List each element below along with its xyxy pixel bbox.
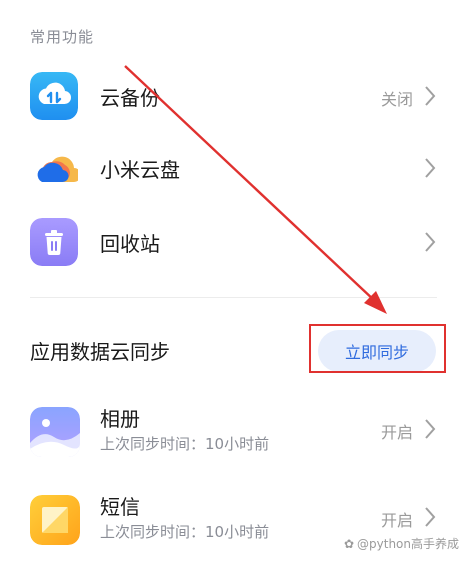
trash-icon bbox=[30, 218, 78, 266]
messages-icon bbox=[30, 495, 80, 545]
cloud-backup-label: 云备份 bbox=[100, 86, 160, 110]
list-item-cloud-backup[interactable]: 云备份 关闭 bbox=[0, 60, 467, 132]
cloud-drive-icon bbox=[30, 144, 78, 192]
chevron-right-icon bbox=[425, 419, 436, 439]
messages-status: 开启 bbox=[380, 511, 413, 530]
sync-now-button[interactable]: 立即同步 bbox=[318, 330, 436, 372]
list-item-gallery[interactable]: 相册 上次同步时间：10小时前 开启 bbox=[0, 395, 467, 475]
recycle-bin-label: 回收站 bbox=[100, 232, 160, 256]
gallery-label: 相册 bbox=[100, 407, 140, 431]
cloud-backup-status: 关闭 bbox=[380, 90, 413, 109]
mi-cloud-drive-label: 小米云盘 bbox=[100, 158, 180, 182]
list-item-recycle-bin[interactable]: 回收站 bbox=[0, 206, 467, 278]
chevron-right-icon bbox=[425, 158, 436, 178]
watermark-logo-icon: ✿ bbox=[343, 536, 355, 551]
gallery-last-sync: 上次同步时间：10小时前 bbox=[100, 435, 270, 453]
chevron-right-icon bbox=[425, 507, 436, 527]
sync-section-title: 应用数据云同步 bbox=[30, 340, 170, 364]
chevron-right-icon bbox=[425, 232, 436, 252]
chevron-right-icon bbox=[425, 86, 436, 106]
watermark-text: @python高手养成 bbox=[357, 537, 459, 551]
gallery-icon bbox=[30, 407, 80, 457]
watermark: ✿ @python高手养成 bbox=[344, 535, 459, 552]
cloud-backup-icon bbox=[30, 72, 78, 120]
messages-last-sync: 上次同步时间：10小时前 bbox=[100, 523, 270, 541]
section-title-common: 常用功能 bbox=[30, 28, 95, 46]
gallery-status: 开启 bbox=[380, 423, 413, 442]
section-divider bbox=[30, 297, 437, 298]
list-item-mi-cloud-drive[interactable]: 小米云盘 bbox=[0, 132, 467, 204]
messages-label: 短信 bbox=[100, 495, 140, 519]
